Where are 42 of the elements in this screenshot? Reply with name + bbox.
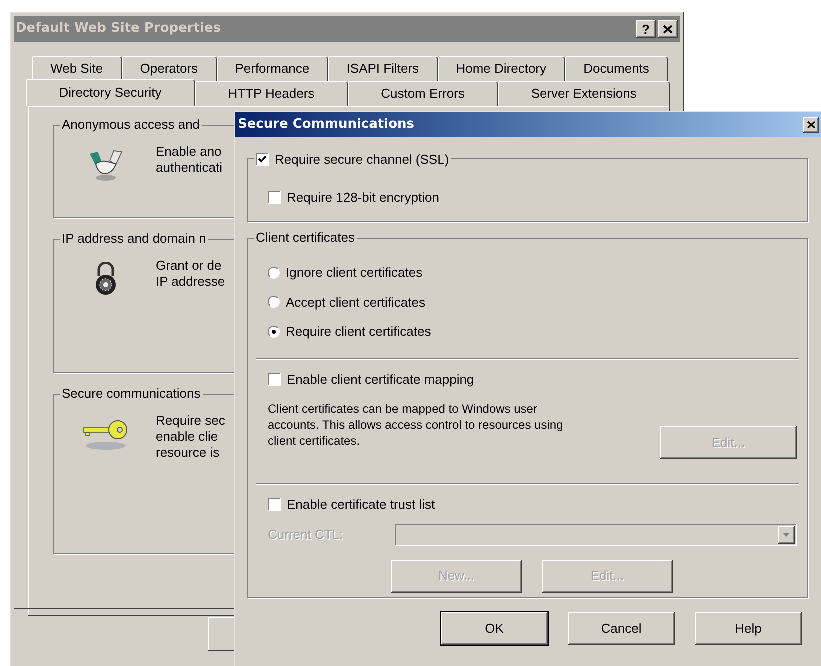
group-description: Enable ano authenticati	[156, 144, 222, 177]
close-button[interactable]	[658, 20, 678, 38]
help-button[interactable]: ?	[636, 20, 656, 38]
radio-label: Ignore client certificates	[286, 264, 423, 282]
dialog-button[interactable]: Help	[695, 612, 802, 645]
tab[interactable]: Home Directory	[438, 56, 566, 81]
dropdown-arrow-icon	[783, 532, 790, 536]
tab[interactable]: Web Site	[32, 56, 122, 81]
checkbox[interactable]	[268, 498, 281, 512]
tab[interactable]: Documents	[565, 56, 668, 81]
dialog-title: Secure Communications	[238, 116, 414, 134]
radio-button[interactable]	[268, 296, 280, 308]
window-title: Default Web Site Properties	[16, 20, 222, 38]
checkbox-label: Require 128-bit encryption	[287, 189, 440, 207]
radio-label: Require client certificates	[286, 323, 432, 341]
checkbox-label: Require secure channel (SSL)	[275, 151, 450, 169]
tab[interactable]: Operators	[122, 56, 217, 81]
group-title: Anonymous access and	[60, 117, 202, 133]
ctl-dropdown[interactable]	[395, 524, 797, 546]
checkbox[interactable]	[268, 372, 281, 386]
group-description: Grant or de IP addresse	[156, 258, 226, 291]
close-icon	[663, 24, 673, 34]
radio-label: Accept client certificates	[286, 294, 426, 312]
group-description: Require sec enable clie resource is	[156, 413, 226, 461]
padlock-icon	[93, 262, 119, 296]
checkbox-label: Enable certificate trust list	[287, 496, 436, 514]
dialog-button[interactable]: Cancel	[568, 612, 675, 645]
checkbox[interactable]	[256, 153, 269, 166]
checkbox-label: Enable client certificate mapping	[287, 370, 474, 389]
dialog-button[interactable]: OK	[441, 612, 548, 645]
tab[interactable]: Custom Errors	[348, 81, 498, 106]
tab[interactable]: ISAPI Filters	[328, 56, 438, 81]
close-button[interactable]	[803, 116, 819, 132]
tab[interactable]: Server Extensions	[498, 81, 670, 106]
tab[interactable]: HTTP Headers	[195, 81, 348, 106]
radio-button[interactable]	[268, 326, 280, 338]
tab[interactable]: Performance	[216, 56, 328, 81]
tab[interactable]: Directory Security	[26, 79, 195, 106]
radio-button[interactable]	[268, 266, 280, 279]
mapping-description: Client certificates can be mapped to Windows user accounts. This allows access control to resources using client certificates.	[268, 401, 564, 449]
checkbox[interactable]	[268, 191, 281, 204]
close-icon	[806, 120, 816, 128]
